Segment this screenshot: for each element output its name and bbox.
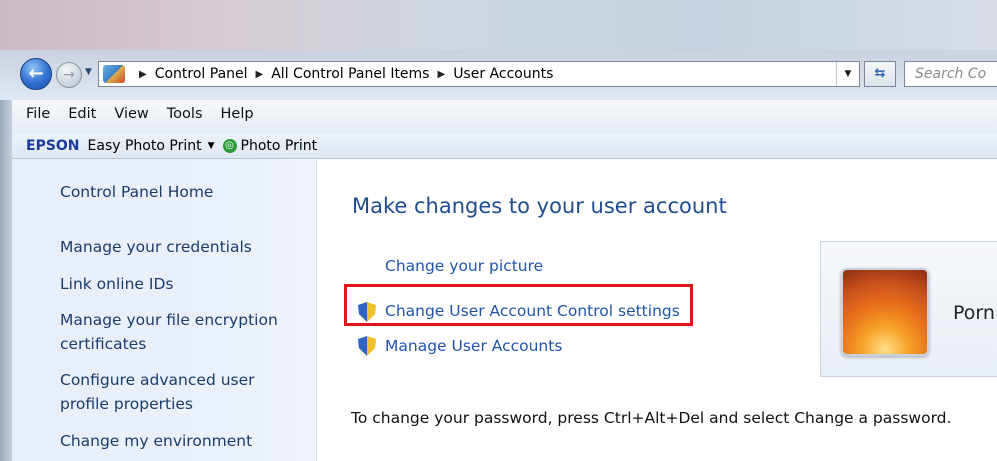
- sidebar-item-environment-variables[interactable]: Change my environment: [60, 429, 252, 453]
- sidebar-item-file-encryption[interactable]: Manage your file encryption: [60, 308, 278, 332]
- epson-logo: EPSON: [26, 138, 80, 154]
- sidebar: Control Panel Home Manage your credentia…: [12, 159, 317, 461]
- search-input[interactable]: Search Co: [904, 61, 997, 87]
- breadcrumb-control-panel[interactable]: Control Panel: [155, 66, 248, 82]
- navigation-bar: ← → ▼ ▶ Control Panel ▶ All Control Pane…: [14, 57, 997, 91]
- chevron-down-icon[interactable]: ▼: [208, 141, 215, 151]
- window-left-border: [0, 100, 12, 461]
- avatar[interactable]: [841, 268, 929, 356]
- main-content: Make changes to your user account Change…: [317, 159, 997, 461]
- menu-bar: File Edit View Tools Help: [12, 100, 997, 134]
- sidebar-item-advanced-profile[interactable]: Configure advanced user: [60, 368, 255, 392]
- uac-shield-icon: [358, 336, 376, 356]
- sidebar-item-control-panel-home[interactable]: Control Panel Home: [60, 180, 213, 204]
- user-profile-card: Porn: [820, 241, 997, 377]
- sidebar-item-link-online-ids[interactable]: Link online IDs: [60, 272, 173, 296]
- address-bar[interactable]: ▶ Control Panel ▶ All Control Panel Item…: [98, 61, 860, 87]
- epson-toolbar: EPSON Easy Photo Print ▼ ◎ Photo Print: [12, 134, 997, 159]
- refresh-icon: ⇆: [874, 66, 886, 81]
- refresh-button[interactable]: ⇆: [864, 61, 896, 87]
- breadcrumb-separator-icon[interactable]: ▶: [139, 69, 147, 80]
- back-arrow-icon: ←: [28, 63, 44, 84]
- sidebar-item-file-encryption-line2[interactable]: certificates: [60, 332, 146, 356]
- change-uac-settings-link[interactable]: Change User Account Control settings: [385, 302, 680, 320]
- breadcrumb-user-accounts[interactable]: User Accounts: [453, 66, 553, 82]
- photo-print-button[interactable]: Photo Print: [241, 138, 318, 154]
- address-dropdown-icon[interactable]: ▼: [836, 62, 859, 86]
- page-title: Make changes to your user account: [352, 194, 727, 218]
- breadcrumb-separator-icon[interactable]: ▶: [256, 69, 264, 80]
- forward-arrow-icon: →: [63, 67, 75, 83]
- sidebar-item-manage-credentials[interactable]: Manage your credentials: [60, 235, 252, 259]
- menu-tools[interactable]: Tools: [167, 106, 203, 122]
- breadcrumb-all-items[interactable]: All Control Panel Items: [271, 66, 429, 82]
- photo-print-icon: ◎: [222, 139, 237, 153]
- change-picture-link[interactable]: Change your picture: [385, 257, 543, 275]
- sidebar-item-advanced-profile-line2[interactable]: profile properties: [60, 392, 193, 416]
- control-panel-icon: [103, 65, 125, 83]
- recent-pages-dropdown[interactable]: ▼: [85, 67, 92, 77]
- menu-edit[interactable]: Edit: [68, 106, 96, 122]
- forward-button[interactable]: →: [56, 62, 82, 88]
- desktop-background-blur: [0, 0, 997, 50]
- menu-view[interactable]: View: [114, 106, 148, 122]
- easy-photo-print-button[interactable]: Easy Photo Print: [88, 138, 202, 154]
- breadcrumb-separator-icon[interactable]: ▶: [437, 69, 445, 80]
- manage-user-accounts-link[interactable]: Manage User Accounts: [385, 337, 562, 355]
- profile-name: Porn: [953, 302, 995, 324]
- menu-file[interactable]: File: [26, 106, 50, 122]
- password-instructions: To change your password, press Ctrl+Alt+…: [351, 409, 952, 427]
- menu-help[interactable]: Help: [221, 106, 254, 122]
- back-button[interactable]: ←: [20, 58, 52, 90]
